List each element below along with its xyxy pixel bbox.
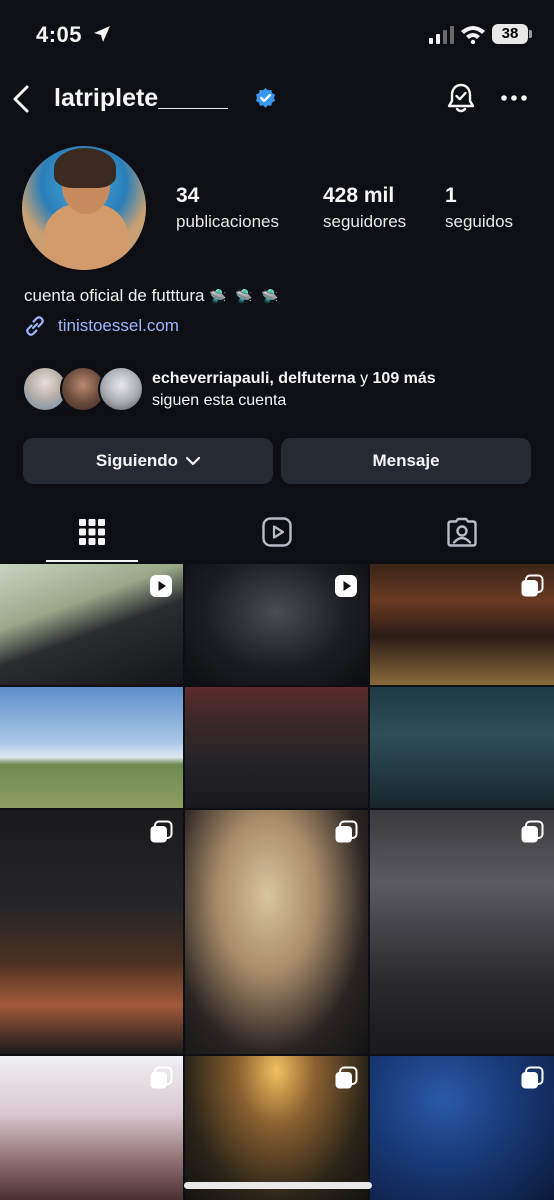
profile-avatar[interactable] [22,146,146,270]
bio-ufo-emoji: 🛸 🛸 🛸 [209,289,281,305]
carousel-badge-icon [521,1066,544,1089]
mutual-connector: y [355,370,373,387]
stat-following-value: 1 [445,184,457,207]
mutual-more: 109 más [372,370,436,387]
wifi-icon [461,26,485,44]
battery-indicator: 38 [492,24,528,44]
post-tile[interactable] [185,810,368,1054]
stat-followers[interactable]: 428 mil seguidores [323,184,406,232]
mutual-suffix: siguen esta cuenta [152,392,287,409]
active-tab-indicator [46,560,138,562]
post-tile[interactable] [185,1056,368,1200]
profile-username: latriplete_____ [54,84,228,112]
carousel-badge-icon [335,1066,358,1089]
verified-badge-icon [255,87,276,108]
post-tile[interactable] [0,564,183,685]
status-bar: 4:05 38 [0,0,554,70]
chevron-down-icon [186,456,201,466]
cellular-signal-icon [429,26,454,44]
tab-tagged[interactable] [370,510,554,562]
notification-bell-icon[interactable] [446,82,476,114]
post-tile[interactable] [370,1056,554,1200]
home-indicator[interactable] [184,1182,372,1189]
tab-posts-grid[interactable] [0,510,184,562]
post-tile[interactable] [0,810,183,1054]
bio-link[interactable]: tinistoessel.com [58,316,179,336]
carousel-badge-icon [521,574,544,597]
location-arrow-icon [94,26,110,42]
tagged-person-icon [447,517,477,547]
carousel-badge-icon [335,820,358,843]
status-time: 4:05 [36,22,83,47]
tab-reels[interactable] [185,510,369,562]
bio: cuenta oficial de futttura 🛸 🛸 🛸 [24,286,280,306]
post-tile[interactable] [185,687,368,808]
post-tile[interactable] [185,564,368,685]
stat-followers-value: 428 mil [323,184,395,207]
carousel-badge-icon [150,1066,173,1089]
avatar-figure-hair [54,148,116,188]
stat-following-label: seguidos [445,212,514,231]
message-button-label: Mensaje [372,451,440,470]
post-tile[interactable] [370,564,554,685]
mutual-names: echeverriapauli, delfuterna [152,370,356,387]
posts-grid [0,564,554,1200]
link-icon [26,316,44,336]
reel-badge-icon [335,575,357,597]
stat-posts[interactable]: 34 publicaciones [176,184,279,232]
stat-posts-label: publicaciones [176,212,280,231]
following-button-label: Siguiendo [95,451,179,470]
following-button[interactable]: Siguiendo [23,438,273,484]
mutual-followers-text[interactable]: echeverriapauli, delfuterna y 109 más si… [152,368,542,412]
battery-tip [529,30,532,38]
more-options-icon[interactable] [500,94,528,102]
mutual-avatar [98,366,144,412]
mutual-followers-avatars[interactable] [22,366,144,412]
reels-play-icon [262,517,292,547]
grid-icon [79,519,105,545]
stat-following[interactable]: 1 seguidos [445,184,513,232]
bio-text: cuenta oficial de futttura [24,286,205,305]
reel-badge-icon [150,575,172,597]
post-tile[interactable] [0,1056,183,1200]
stat-followers-label: seguidores [323,212,407,231]
post-tile[interactable] [370,810,554,1054]
carousel-badge-icon [521,820,544,843]
message-button[interactable]: Mensaje [281,438,531,484]
back-arrow-icon[interactable] [10,84,34,114]
stat-posts-value: 34 [176,184,200,207]
post-tile[interactable] [0,687,183,808]
post-tile[interactable] [370,687,554,808]
carousel-badge-icon [150,820,173,843]
